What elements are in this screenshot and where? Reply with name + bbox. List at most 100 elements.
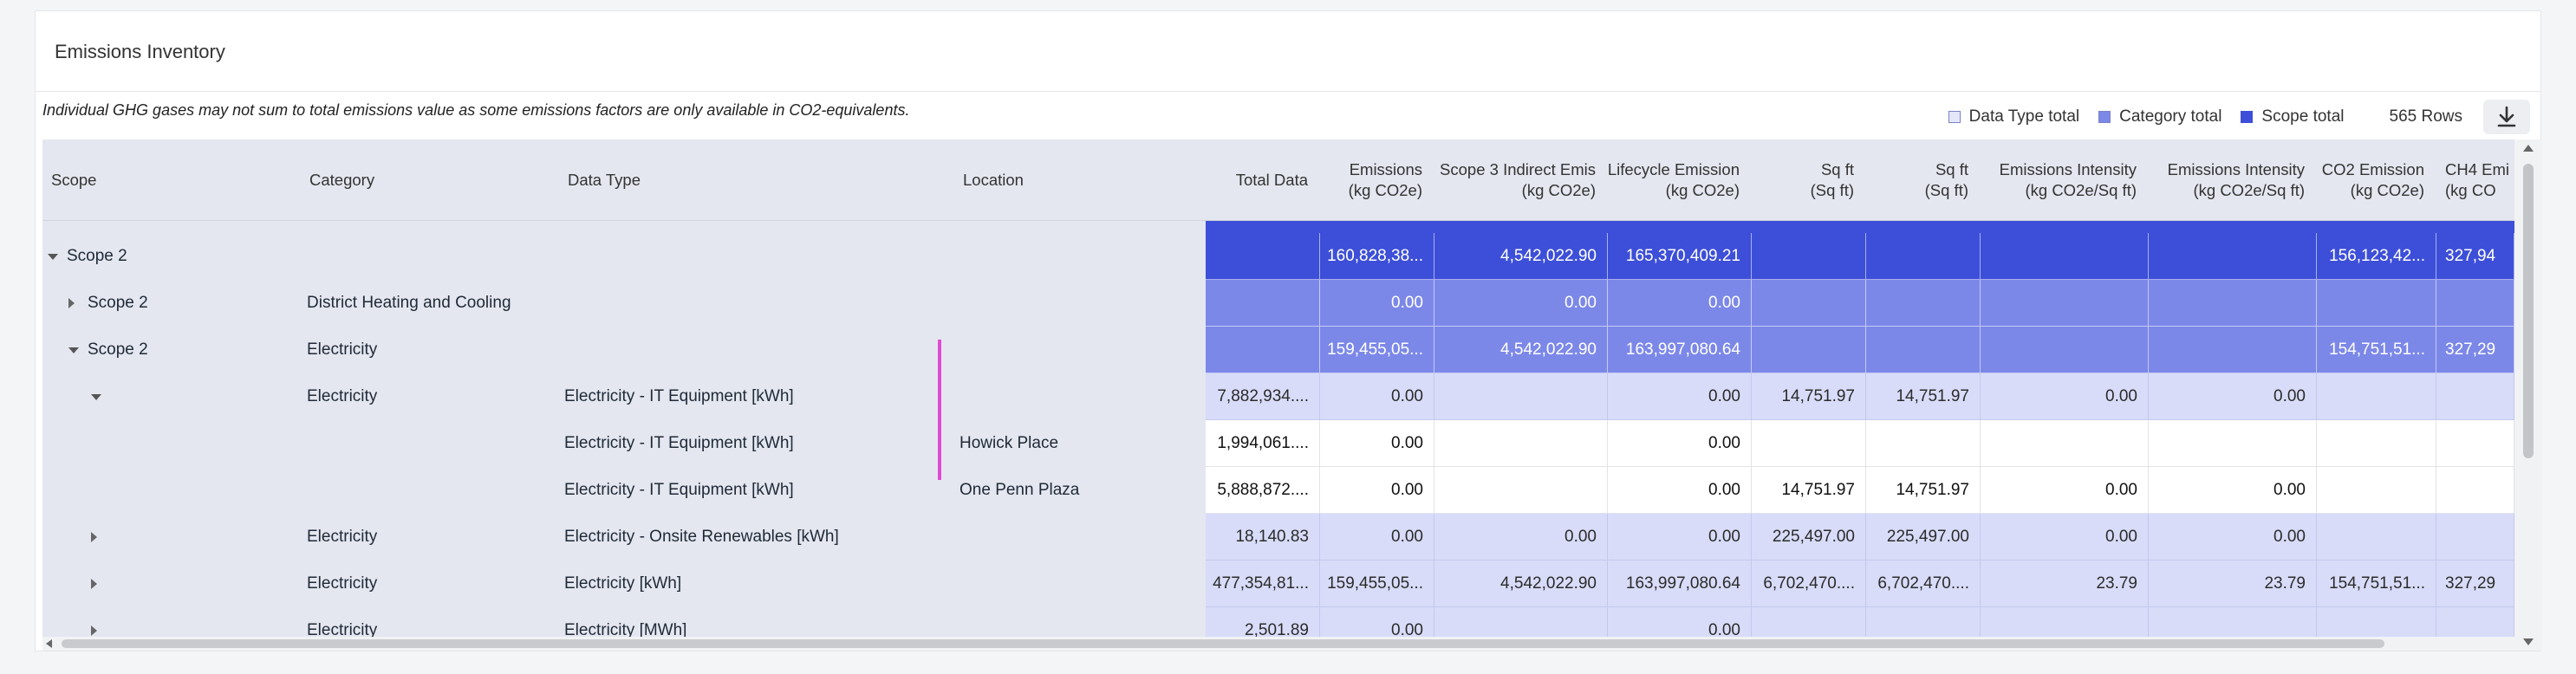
- table-row[interactable]: Scope 2 District Heating and Cooling 0.00 0…: [42, 280, 2514, 327]
- column-header-scope[interactable]: Scope: [42, 139, 301, 221]
- column-header-co2[interactable]: CO2 Emission (kg CO2e): [2317, 139, 2436, 221]
- cell-scope: Scope 2: [88, 340, 148, 359]
- cell-co2: [2317, 467, 2436, 514]
- cell-data-type: Electricity [kWh]: [564, 574, 682, 593]
- scroll-up-arrow[interactable]: [2523, 145, 2534, 152]
- cell-total-data: 1,994,061....: [1206, 420, 1320, 467]
- column-header-data-type[interactable]: Data Type: [559, 139, 954, 221]
- column-header-category[interactable]: Category: [301, 139, 559, 221]
- emissions-inventory-panel: Emissions Inventory Individual GHG gases…: [35, 10, 2542, 651]
- cell-data-type: [564, 233, 946, 280]
- cell-sqft: 6,702,470....: [1752, 561, 1866, 607]
- cell-data-type: [564, 327, 946, 373]
- column-header-sqft[interactable]: Sq ft (Sq ft): [1752, 139, 1866, 221]
- table-row[interactable]: Electricity Electricity [kWh] 477,354,81..…: [42, 561, 2514, 607]
- column-header-scope3-indirect[interactable]: Scope 3 Indirect Emis (kg CO2e): [1434, 139, 1608, 221]
- table-row[interactable]: Scope 2 Electricity 159,455,05... 4,542,022…: [42, 327, 2514, 373]
- cell-intensity-2: [2149, 420, 2317, 467]
- cell-location: [959, 233, 1202, 280]
- cell-lifecycle: 0.00: [1608, 420, 1752, 467]
- cell-intensity: [1981, 233, 2149, 280]
- cell-category: Electricity: [307, 528, 378, 546]
- table-row[interactable]: Electricity Electricity - Onsite Renewabl…: [42, 514, 2514, 561]
- cell-scope: [88, 561, 296, 607]
- scroll-down-arrow[interactable]: [2523, 638, 2534, 645]
- cell-scope3-indirect: 4,542,022.90: [1434, 327, 1608, 373]
- cell-lifecycle: 0.00: [1608, 280, 1752, 327]
- cell-intensity-2: 0.00: [2149, 467, 2317, 514]
- cell-emissions: 159,455,05...: [1320, 561, 1434, 607]
- cell-emissions: 0.00: [1320, 514, 1434, 561]
- cell-co2: [2317, 373, 2436, 420]
- column-header-total-data[interactable]: Total Data: [1206, 139, 1320, 221]
- cell-total-data: 7,882,934....: [1206, 373, 1320, 420]
- table-row[interactable]: Scope 2 160,828,38... 4,542,022.90 165,370,…: [42, 233, 2514, 280]
- expand-toggle[interactable]: [68, 327, 79, 373]
- cell-scope3-indirect: 4,542,022.90: [1434, 233, 1608, 280]
- chevron-down-icon: [68, 347, 79, 353]
- cell-emissions: 0.00: [1320, 420, 1434, 467]
- cell-location: [959, 280, 1202, 327]
- column-header-emissions[interactable]: Emissions (kg CO2e): [1320, 139, 1434, 221]
- cell-intensity-2: 23.79: [2149, 561, 2317, 607]
- chevron-right-icon: [68, 298, 75, 308]
- cell-intensity-2: [2149, 327, 2317, 373]
- grid-body: Scope 2 160,828,38... 4,542,022.90 165,370,…: [42, 221, 2514, 651]
- cell-sqft: [1752, 327, 1866, 373]
- cell-ch4: 327,29: [2436, 327, 2514, 373]
- expand-toggle[interactable]: [48, 233, 58, 280]
- cell-total-data: [1206, 233, 1320, 280]
- cell-intensity: 0.00: [1981, 514, 2149, 561]
- cell-scope3-indirect: 0.00: [1434, 280, 1608, 327]
- cell-sqft-2: 14,751.97: [1866, 467, 1981, 514]
- column-header-sqft-2[interactable]: Sq ft (Sq ft): [1866, 139, 1981, 221]
- cell-co2: [2317, 280, 2436, 327]
- legend-item-category: Category total: [2098, 107, 2221, 126]
- scroll-left-arrow[interactable]: [46, 639, 52, 648]
- table-row[interactable]: Electricity Electricity - IT Equipment [k…: [42, 373, 2514, 420]
- emissions-grid: Scope Category Data Type Location Total …: [42, 139, 2542, 651]
- cell-sqft-2: 225,497.00: [1866, 514, 1981, 561]
- column-header-lifecycle[interactable]: Lifecycle Emission (kg CO2e): [1608, 139, 1752, 221]
- panel-title: Emissions Inventory: [55, 41, 225, 62]
- cell-location: [959, 561, 1202, 607]
- column-header-location[interactable]: Location: [954, 139, 1206, 221]
- horizontal-scroll-thumb[interactable]: [62, 639, 2384, 648]
- cell-scope: [88, 514, 296, 561]
- cell-scope3-indirect: [1434, 420, 1608, 467]
- cell-sqft: [1752, 420, 1866, 467]
- column-header-intensity-2[interactable]: Emissions Intensity (kg CO2e/Sq ft): [2149, 139, 2317, 221]
- cell-co2: 154,751,51...: [2317, 561, 2436, 607]
- vertical-scroll-thumb[interactable]: [2523, 164, 2534, 458]
- location-group-indicator: [938, 340, 941, 480]
- horizontal-scrollbar[interactable]: [42, 637, 2514, 651]
- cell-data-type: [564, 280, 946, 327]
- cell-location: [959, 327, 1202, 373]
- column-header-intensity[interactable]: Emissions Intensity (kg CO2e/Sq ft): [1981, 139, 2149, 221]
- legend-swatch: [2098, 111, 2111, 123]
- column-header-ch4[interactable]: CH4 Emi (kg CO: [2436, 139, 2514, 221]
- row-count: 565 Rows: [2389, 107, 2463, 126]
- cell-category: Electricity: [307, 574, 378, 593]
- legend-swatch: [1948, 111, 1961, 123]
- cell-ch4: [2436, 280, 2514, 327]
- download-button[interactable]: [2483, 100, 2530, 134]
- table-row[interactable]: Electricity - IT Equipment [kWh] One Penn…: [42, 467, 2514, 514]
- cell-category: [307, 233, 558, 280]
- cell-location: [959, 373, 1202, 420]
- collapse-toggle[interactable]: [68, 280, 75, 327]
- vertical-scrollbar[interactable]: [2514, 139, 2542, 651]
- grid-header: Scope Category Data Type Location Total …: [42, 139, 2514, 221]
- cell-location: One Penn Plaza: [959, 481, 1080, 499]
- cell-lifecycle: 165,370,409.21: [1608, 233, 1752, 280]
- table-row[interactable]: Electricity - IT Equipment [kWh] Howick P…: [42, 420, 2514, 467]
- cell-emissions: 160,828,38...: [1320, 233, 1434, 280]
- legend-item-data-type: Data Type total: [1948, 107, 2079, 126]
- cell-total-data: 5,888,872....: [1206, 467, 1320, 514]
- cell-ch4: [2436, 467, 2514, 514]
- cell-intensity: 0.00: [1981, 373, 2149, 420]
- cell-ch4: 327,94: [2436, 233, 2514, 280]
- cell-emissions: 0.00: [1320, 280, 1434, 327]
- legend-label: Data Type total: [1968, 107, 2080, 126]
- legend: Data Type total Category total Scope tot…: [1948, 100, 2540, 134]
